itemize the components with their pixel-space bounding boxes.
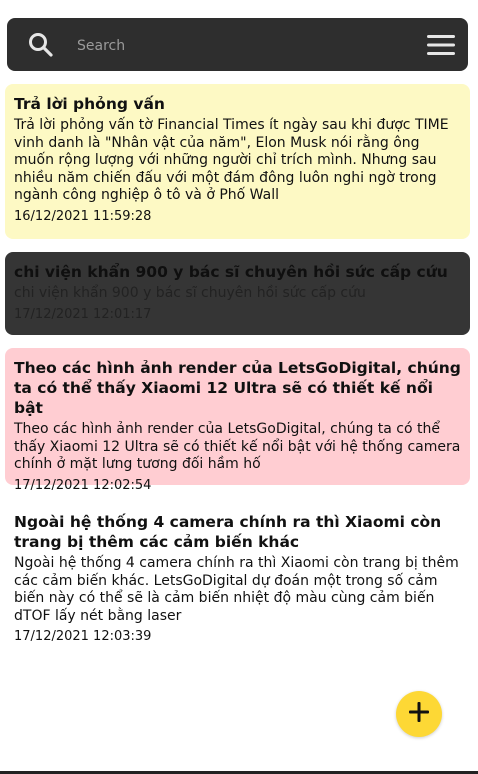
note-card[interactable]: Ngoài hệ thống 4 camera chính ra thì Xia… (5, 498, 470, 648)
plus-icon (408, 701, 430, 727)
notes-list: Trả lời phỏng vấn Trả lời phỏng vấn tờ F… (5, 84, 470, 661)
note-date: 17/12/2021 12:03:39 (14, 629, 152, 644)
note-title: Theo các hình ảnh render của LetsGoDigit… (14, 359, 461, 417)
search-input[interactable] (77, 37, 418, 54)
note-card[interactable]: chi viện khẩn 900 y bác sĩ chuyên hồi sứ… (5, 252, 470, 335)
note-title: chi viện khẩn 900 y bác sĩ chuyên hồi sứ… (14, 263, 448, 281)
menu-icon[interactable] (426, 31, 456, 59)
add-note-button[interactable] (396, 691, 442, 737)
note-title: Trả lời phỏng vấn (14, 95, 165, 113)
note-body: Theo các hình ảnh render của LetsGoDigit… (14, 421, 461, 472)
note-body: chi viện khẩn 900 y bác sĩ chuyên hồi sứ… (14, 285, 366, 301)
note-body: Ngoài hệ thống 4 camera chính ra thì Xia… (14, 555, 459, 624)
note-card[interactable]: Trả lời phỏng vấn Trả lời phỏng vấn tờ F… (5, 84, 470, 239)
search-bar[interactable] (7, 18, 468, 71)
note-body: Trả lời phỏng vấn tờ Financial Times ít … (14, 117, 449, 203)
note-date: 17/12/2021 12:02:54 (14, 477, 152, 493)
note-date: 16/12/2021 11:59:28 (14, 208, 152, 224)
note-title: Ngoài hệ thống 4 camera chính ra thì Xia… (14, 513, 442, 551)
note-date: 17/12/2021 12:01:17 (14, 306, 152, 322)
search-icon[interactable] (27, 31, 55, 59)
note-card[interactable]: Theo các hình ảnh render của LetsGoDigit… (5, 348, 470, 493)
